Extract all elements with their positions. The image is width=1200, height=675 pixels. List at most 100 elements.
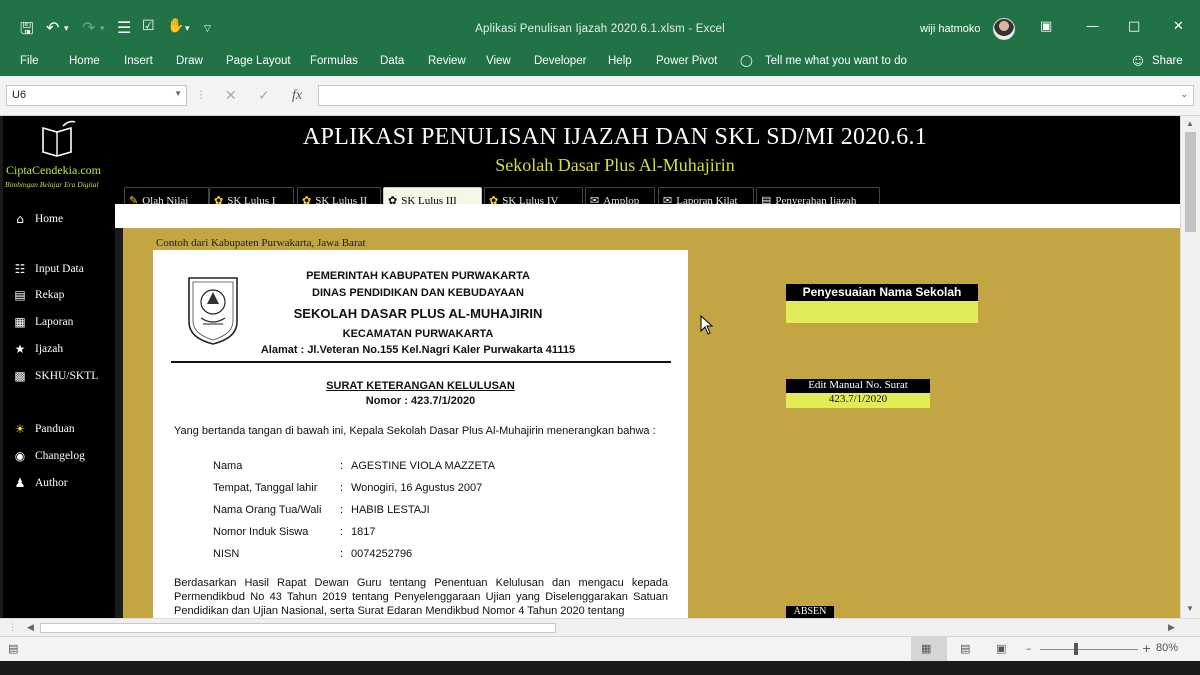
edit-number-input[interactable]: 423.7/1/2020 bbox=[786, 393, 930, 408]
tab-help[interactable]: Help bbox=[608, 55, 632, 67]
frame-edge bbox=[0, 661, 1200, 675]
horizontal-scrollbar[interactable]: ⋮ ◀ ▶ bbox=[0, 618, 1200, 636]
tab-data[interactable]: Data bbox=[380, 55, 404, 67]
page-break-view-icon[interactable]: ▣ bbox=[996, 642, 1006, 655]
field-colon: : bbox=[340, 504, 344, 516]
school-name-header: Penyesuaian Nama Sekolah bbox=[786, 284, 978, 301]
eye-icon: ◉ bbox=[14, 449, 26, 463]
mouse-cursor-icon bbox=[700, 315, 714, 335]
vertical-scrollbar[interactable]: ▲ ▼ bbox=[1180, 116, 1200, 618]
sidebar-item-label: SKHU/SKTL bbox=[35, 370, 99, 382]
sidebar-item-input-data[interactable]: ☷ Input Data bbox=[11, 262, 84, 276]
page-layout-view-icon[interactable]: ▤ bbox=[960, 642, 970, 655]
sidebar-item-home[interactable]: ⌂ Home bbox=[11, 212, 63, 226]
rekap-icon: ▤ bbox=[14, 288, 26, 302]
scroll-down-icon[interactable]: ▼ bbox=[1186, 604, 1194, 613]
field-value: AGESTINE VIOLA MAZZETA bbox=[351, 460, 496, 472]
edit-number-header: Edit Manual No. Surat bbox=[786, 379, 930, 393]
scroll-left-icon[interactable]: ◀ bbox=[27, 622, 34, 633]
input-data-icon: ☷ bbox=[14, 262, 26, 276]
minimize-icon[interactable]: — bbox=[1086, 19, 1099, 34]
normal-view-icon[interactable]: ▦ bbox=[921, 642, 931, 655]
sidebar-item-panduan[interactable]: ☀ Panduan bbox=[11, 422, 75, 436]
avatar[interactable] bbox=[993, 18, 1015, 40]
tab-page-layout[interactable]: Page Layout bbox=[226, 55, 291, 67]
app-sidebar: CiptaCendekia.com Bimbingan Belajar Era … bbox=[3, 116, 115, 618]
tab-insert[interactable]: Insert bbox=[124, 55, 153, 67]
letterhead-line: DINAS PENDIDIKAN DAN KEBUDAYAAN bbox=[312, 287, 524, 299]
tab-draw[interactable]: Draw bbox=[176, 55, 203, 67]
window-title: Aplikasi Penulisan Ijazah 2020.6.1.xlsm … bbox=[475, 23, 725, 35]
letter-intro: Yang bertanda tangan di bawah ini, Kepal… bbox=[174, 425, 656, 437]
enter-icon[interactable]: ✓ bbox=[258, 88, 270, 104]
insert-function-icon[interactable]: fx bbox=[292, 88, 302, 104]
field-colon: : bbox=[340, 482, 344, 494]
field-row: Tempat, Tanggal lahir: Wonogiri, 16 Agust… bbox=[213, 482, 482, 494]
share-button[interactable]: Share bbox=[1152, 55, 1183, 67]
scroll-thumb[interactable] bbox=[40, 623, 556, 633]
close-icon[interactable]: ✕ bbox=[1173, 19, 1184, 34]
absen-header: ABSEN bbox=[786, 606, 834, 618]
cancel-icon[interactable]: ✕ bbox=[225, 88, 237, 104]
zoom-slider-thumb[interactable] bbox=[1074, 643, 1078, 655]
sidebar-item-laporan[interactable]: ▦ Laporan bbox=[11, 315, 73, 329]
field-label: Nama bbox=[213, 460, 243, 472]
field-colon: : bbox=[340, 548, 344, 560]
home-icon: ⌂ bbox=[16, 212, 24, 226]
field-value: 1817 bbox=[351, 526, 376, 538]
laporan-icon: ▦ bbox=[14, 315, 26, 329]
tab-review[interactable]: Review bbox=[428, 55, 466, 67]
tell-me-search[interactable]: Tell me what you want to do bbox=[765, 55, 907, 67]
sidebar-item-label: Input Data bbox=[35, 263, 84, 275]
tab-developer[interactable]: Developer bbox=[534, 55, 586, 67]
tab-power-pivot[interactable]: Power Pivot bbox=[656, 55, 717, 67]
more-sheets-icon: ⋮ bbox=[8, 622, 17, 632]
certificate-document: PEMERINTAH KABUPATEN PURWAKARTA DINAS PE… bbox=[153, 250, 688, 618]
sidebar-item-ijazah[interactable]: ★ Ijazah bbox=[11, 342, 63, 356]
sidebar-item-changelog[interactable]: ◉ Changelog bbox=[11, 449, 85, 463]
regency-emblem-icon bbox=[188, 277, 238, 345]
field-colon: : bbox=[340, 526, 344, 538]
tab-formulas[interactable]: Formulas bbox=[310, 55, 358, 67]
title-bar: 🖫 ↶ ▾ ↷ ▾ ☰ ☑ ✋ ▾ ▽ Aplikasi Penulisan I… bbox=[0, 0, 1200, 47]
scroll-right-icon[interactable]: ▶ bbox=[1168, 622, 1175, 633]
tab-view[interactable]: View bbox=[486, 55, 511, 67]
field-label: Tempat, Tanggal lahir bbox=[213, 482, 318, 494]
letterhead-address: Alamat : Jl.Veteran No.155 Kel.Nagri Kal… bbox=[260, 344, 576, 356]
letterhead-school: SEKOLAH DASAR PLUS AL-MUHAJIRIN bbox=[293, 306, 543, 321]
letterhead-line: KECAMATAN PURWAKARTA bbox=[342, 328, 494, 340]
expand-formula-icon[interactable]: ⌄ bbox=[1180, 89, 1188, 100]
zoom-slider[interactable] bbox=[1040, 649, 1138, 650]
macro-recording-icon[interactable]: ▤ bbox=[8, 642, 18, 655]
sidebar-item-rekap[interactable]: ▤ Rekap bbox=[11, 288, 64, 302]
tab-home[interactable]: Home bbox=[69, 55, 100, 67]
page-title: APLIKASI PENULISAN IJAZAH DAN SKL SD/MI … bbox=[302, 124, 928, 150]
tab-file[interactable]: File bbox=[20, 55, 39, 67]
sidebar-item-author[interactable]: ♟ Author bbox=[11, 476, 68, 490]
scroll-thumb[interactable] bbox=[1185, 132, 1196, 232]
restore-icon[interactable]: □ bbox=[1128, 19, 1140, 34]
brand-name[interactable]: CiptaCendekia.com bbox=[6, 163, 101, 178]
field-row: Nama: AGESTINE VIOLA MAZZETA bbox=[213, 460, 495, 472]
zoom-out-icon[interactable]: – bbox=[1026, 642, 1032, 655]
scroll-up-icon[interactable]: ▲ bbox=[1186, 119, 1194, 128]
sidebar-item-skhu[interactable]: ▩ SKHU/SKTL bbox=[11, 369, 98, 383]
ribbon-tabs: File Home Insert Draw Page Layout Formul… bbox=[0, 47, 1200, 76]
letter-number: Nomor : 423.7/1/2020 bbox=[365, 395, 476, 407]
school-name-input[interactable] bbox=[786, 301, 978, 323]
letter-paragraph: Berdasarkan Hasil Rapat Dewan Guru tenta… bbox=[174, 577, 668, 617]
status-bar: ▤ ▦ ▤ ▣ – + 80% bbox=[0, 636, 1200, 662]
field-label: Nomor Induk Siswa bbox=[213, 526, 309, 538]
letterhead-divider bbox=[171, 361, 671, 363]
user-name[interactable]: wiji hatmoko bbox=[920, 23, 981, 35]
name-box-value: U6 bbox=[12, 89, 27, 101]
school-subtitle: Sekolah Dasar Plus Al-Muhajirin bbox=[495, 155, 735, 175]
share-icon[interactable]: ☺ bbox=[1132, 54, 1144, 68]
zoom-level[interactable]: 80% bbox=[1156, 642, 1178, 654]
name-box[interactable]: U6 ▼ bbox=[6, 85, 187, 106]
formula-input[interactable]: ⌄ bbox=[318, 85, 1194, 106]
zoom-in-icon[interactable]: + bbox=[1142, 642, 1151, 655]
chevron-down-icon[interactable]: ▼ bbox=[174, 89, 182, 98]
lightbulb-icon: ☀ bbox=[14, 422, 26, 436]
ribbon-display-icon[interactable]: ▣ bbox=[1040, 19, 1052, 34]
